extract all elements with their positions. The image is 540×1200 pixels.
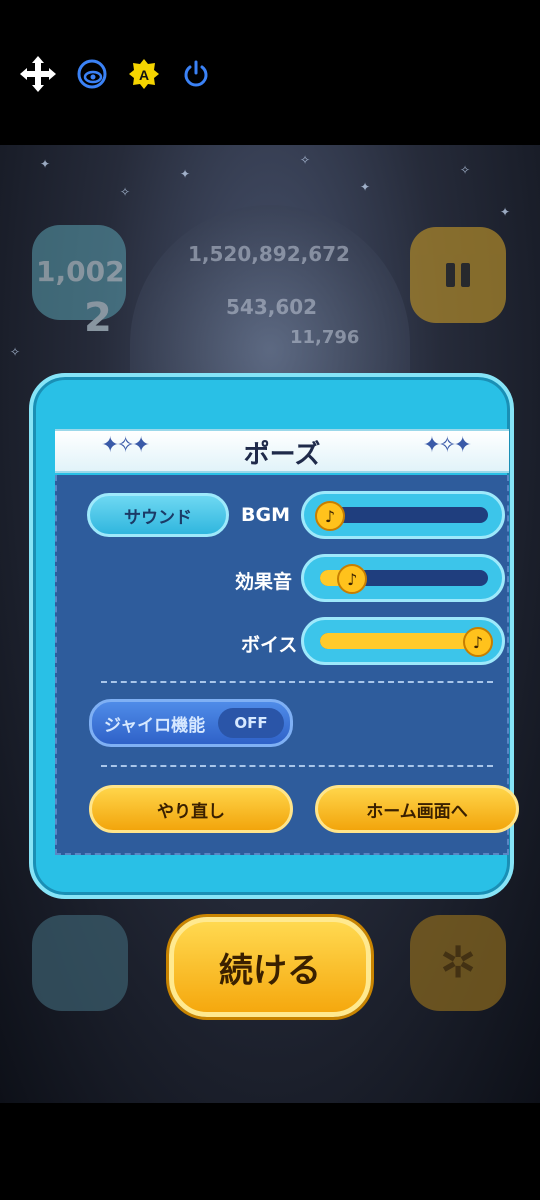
voice-slider-knob[interactable]: ♪ — [463, 627, 493, 657]
tsum-avatar — [32, 915, 128, 1011]
tsum-level: 2 — [84, 295, 112, 341]
dialog-body: サウンド BGM ♪ 効果音 ♪ ボイス ♪ ジャイロ機能 OFF やり直し ホ… — [55, 475, 519, 855]
divider — [101, 681, 493, 683]
voice-slider[interactable]: ♪ — [301, 617, 505, 665]
total-score: 1,520,892,672 — [188, 242, 350, 266]
bgm-slider-knob[interactable]: ♪ — [315, 501, 345, 531]
sfx-label: 効果音 — [235, 571, 293, 593]
dialog-header: ✦✧✦ ポーズ ✦✧✦ — [55, 429, 509, 473]
bgm-label: BGM — [241, 504, 290, 526]
sfx-slider-knob[interactable]: ♪ — [337, 564, 368, 594]
tsum-count-panel: 1,002 2 — [32, 225, 126, 341]
sfx-slider[interactable]: ♪ — [301, 554, 505, 602]
retry-button[interactable]: やり直し — [89, 785, 293, 833]
bgm-slider[interactable]: ♪ — [301, 491, 505, 539]
fan-icon: ✲ — [439, 937, 477, 989]
combo-count: 11,796 — [290, 327, 360, 348]
gyro-label: ジャイロ機能 — [104, 715, 206, 736]
pause-button — [410, 227, 506, 323]
power-icon[interactable] — [176, 54, 216, 94]
home-screen-button[interactable]: ホーム画面へ — [315, 785, 519, 833]
status-bar: A — [0, 0, 540, 145]
pause-dialog: ✦✧✦ ポーズ ✦✧✦ サウンド BGM ♪ 効果音 ♪ ボイス ♪ ジャイロ機… — [29, 373, 519, 899]
current-score: 543,602 — [226, 295, 318, 319]
tsum-count: 1,002 — [36, 255, 125, 288]
navigation-bar-area — [0, 1103, 540, 1200]
svg-text:A: A — [139, 67, 149, 83]
gyro-toggle[interactable]: ジャイロ機能 OFF — [89, 699, 293, 747]
sparkle-right-icon: ✦✧✦ — [422, 433, 472, 458]
continue-button[interactable]: 続ける — [169, 917, 371, 1017]
divider — [101, 765, 493, 767]
eye-icon[interactable] — [72, 54, 112, 94]
move-arrows-icon[interactable] — [18, 54, 58, 94]
auto-brightness-icon[interactable]: A — [124, 54, 164, 94]
gyro-state-badge: OFF — [218, 708, 284, 738]
voice-label: ボイス — [241, 634, 298, 656]
sound-button[interactable]: サウンド — [87, 493, 229, 537]
